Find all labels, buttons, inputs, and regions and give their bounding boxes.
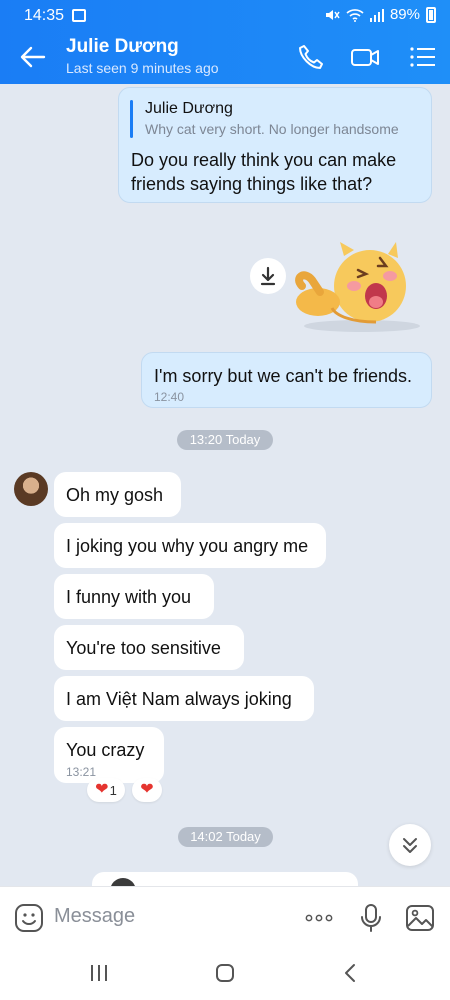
message-text: I joking you why you angry me [66, 536, 309, 556]
download-icon [260, 266, 276, 286]
back-nav-icon[interactable] [340, 962, 362, 984]
incoming-message-bubble[interactable]: I joking you why you angry me [54, 523, 326, 568]
outgoing-message-bubble[interactable]: I'm sorry but we can't be friends. 12:40 [141, 352, 432, 408]
back-arrow-icon[interactable] [18, 44, 48, 70]
heart-icon: ❤ [140, 781, 154, 798]
status-time: 14:35 [24, 7, 65, 24]
more-icon[interactable] [304, 903, 334, 933]
gallery-notification-icon [72, 9, 86, 22]
quote-author: Julie Dương [145, 100, 233, 117]
reply-avatar [110, 878, 136, 886]
reaction-summary[interactable]: ❤ 1 [87, 778, 125, 802]
signal-icon [369, 8, 384, 22]
battery-percent: 89% [389, 6, 420, 23]
recent-apps-icon[interactable] [88, 962, 110, 984]
menu-list-icon[interactable] [408, 42, 438, 72]
status-indicators: 89% [324, 6, 436, 23]
video-call-icon[interactable] [350, 42, 380, 72]
incoming-message-bubble[interactable]: Oh my gosh [54, 472, 181, 517]
quoted-text: Why cat very short. No longer handsome [145, 121, 399, 137]
reply-message-bubble[interactable]: Julie Dương Why cat very short. No longe… [118, 87, 432, 203]
microphone-icon[interactable] [356, 903, 386, 933]
incoming-message-bubble[interactable]: I funny with you [54, 574, 214, 619]
contact-avatar[interactable] [14, 472, 48, 506]
incoming-message-bubble[interactable]: I am Việt Nam always joking [54, 676, 314, 721]
wifi-icon [346, 8, 364, 22]
sticker-smile-icon[interactable] [14, 903, 44, 933]
last-seen-status: Last seen 9 minutes ago [66, 60, 219, 76]
date-separator: 14:02 Today [178, 827, 273, 847]
incoming-message-bubble[interactable]: You crazy 13:21 [54, 727, 164, 783]
chevron-down-icon [403, 838, 417, 853]
message-text: Oh my gosh [66, 485, 164, 505]
cat-sticker[interactable] [292, 238, 422, 334]
contact-name[interactable]: Julie Dương [66, 36, 179, 58]
date-separator: 13:20 Today [177, 430, 273, 450]
message-text: You're too sensitive [66, 638, 221, 658]
message-text: I funny with you [66, 587, 192, 607]
message-text: I'm sorry but we can't be friends. [154, 366, 412, 386]
message-input-bar: Message [0, 886, 450, 946]
phone-icon[interactable] [296, 42, 326, 72]
message-text: You crazy [66, 740, 145, 760]
message-list[interactable]: Julie Dương Why cat very short. No longe… [0, 84, 450, 886]
mute-icon [325, 9, 340, 20]
react-button[interactable]: ❤ [132, 778, 162, 802]
message-time: 12:40 [154, 390, 185, 404]
system-nav-bar [0, 946, 450, 1000]
scroll-to-bottom-button[interactable] [389, 824, 431, 866]
home-icon[interactable] [214, 962, 236, 984]
message-text-line: friends saying things like that? [131, 174, 373, 194]
download-button[interactable] [250, 258, 286, 294]
image-icon[interactable] [405, 903, 435, 933]
message-text: I am Việt Nam always joking [66, 689, 292, 709]
incoming-message-bubble-partial[interactable] [92, 872, 358, 886]
status-bar: 14:35 89% [0, 0, 450, 32]
incoming-message-bubble[interactable]: You're too sensitive [54, 625, 244, 670]
heart-icon: ❤ [95, 781, 109, 798]
message-text-line: Do you really think you can make [131, 150, 397, 170]
message-time: 13:21 [66, 765, 97, 779]
reaction-count: 1 [109, 782, 117, 798]
chat-header: 14:35 89% Julie Dương Last seen 9 minute… [0, 0, 450, 84]
battery-icon [426, 6, 436, 23]
message-input[interactable]: Message [54, 905, 135, 928]
quote-accent-bar [130, 100, 133, 138]
